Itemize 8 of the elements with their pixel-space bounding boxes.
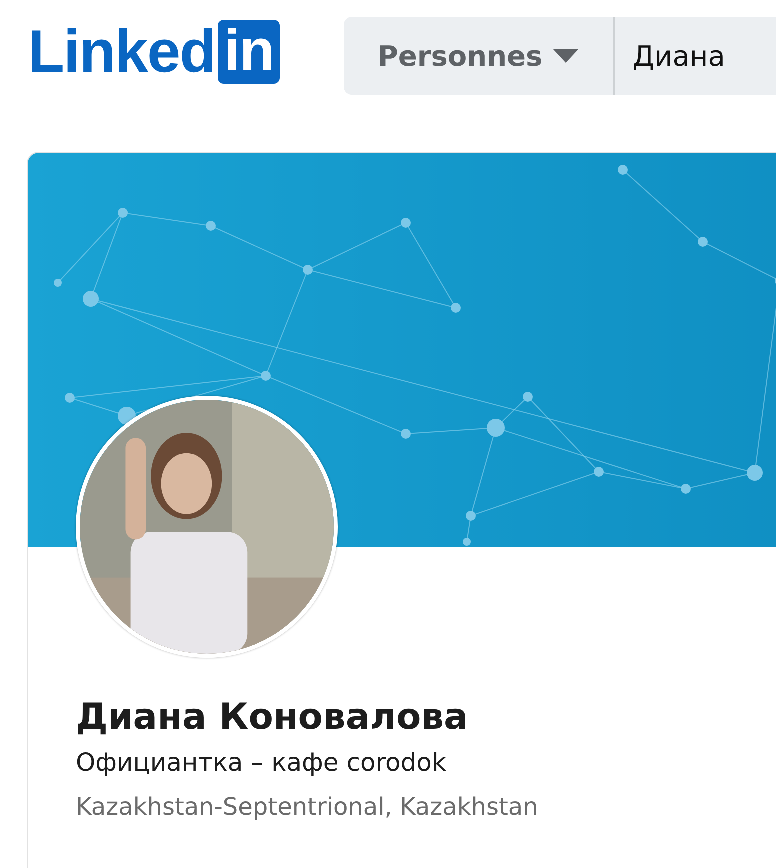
profile-location: Kazakhstan-Septentrional, Kazakhstan	[76, 793, 540, 821]
caret-icon	[552, 49, 579, 63]
search-field[interactable]: Диана	[614, 17, 776, 95]
profile-name: Диана Коновалова	[76, 697, 470, 738]
logo-wordmark[interactable]: Linked	[28, 22, 216, 82]
logo-badge[interactable]: in	[218, 20, 280, 84]
category-dropdown[interactable]: Personnes	[344, 17, 615, 95]
profile-headline: Официантка – кафе corodok	[76, 748, 448, 777]
